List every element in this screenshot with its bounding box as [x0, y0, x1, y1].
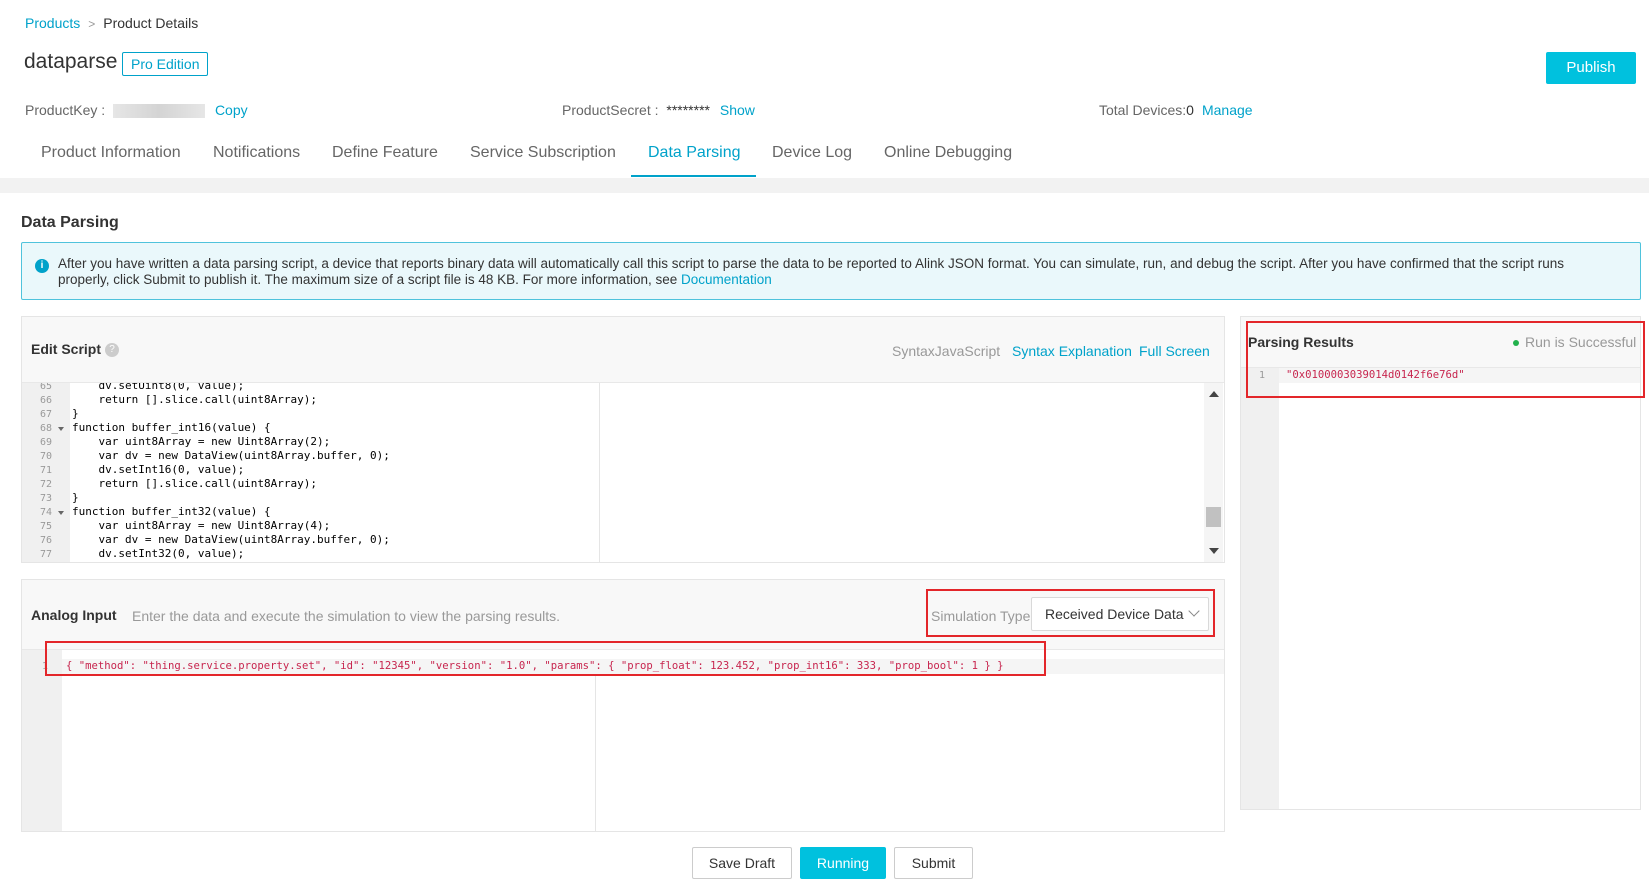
script-line-code: }: [72, 407, 79, 420]
edit-script-title: Edit Script: [31, 341, 102, 357]
show-secret-link[interactable]: Show: [720, 102, 755, 118]
info-text: After you have written a data parsing sc…: [58, 256, 1565, 287]
editor-divider: [599, 383, 600, 562]
script-line-code: dv.setUint8(0, value);: [72, 383, 245, 392]
section-title: Data Parsing: [21, 214, 119, 231]
product-key: ProductKey : Copy: [25, 102, 248, 119]
syntax-explanation-link[interactable]: Syntax Explanation: [1012, 343, 1132, 359]
scroll-down-icon[interactable]: [1209, 548, 1219, 554]
analog-input-hint: Enter the data and execute the simulatio…: [132, 608, 561, 624]
script-line-number: 66: [39, 395, 52, 406]
tab-device-log[interactable]: Device Log: [772, 144, 852, 162]
fold-arrow-icon[interactable]: [58, 427, 64, 431]
script-line-number: 67: [39, 409, 52, 420]
analog-gutter: [22, 650, 62, 831]
highlight-parsing-results: [1246, 321, 1645, 398]
script-line-number: 76: [39, 535, 52, 546]
product-secret: ProductSecret : ******** Show: [562, 102, 755, 118]
total-devices-label: Total Devices:: [1099, 102, 1187, 118]
editor-scrollbar[interactable]: [1204, 383, 1223, 562]
script-line-code: return [].slice.call(uint8Array);: [72, 393, 318, 406]
product-key-label: ProductKey :: [25, 102, 106, 118]
tab-product-information[interactable]: Product Information: [41, 144, 181, 162]
script-line-number: 70: [39, 451, 52, 462]
product-header: Products > Product Details dataparse Pro E…: [0, 0, 1649, 178]
analog-divider: [595, 674, 596, 831]
scroll-thumb[interactable]: [1206, 507, 1221, 527]
script-line-code: function buffer_int32(value) {: [72, 505, 271, 518]
script-editor[interactable]: 65 dv.setUint8(0, value); 66 return [].sl…: [22, 383, 1202, 562]
script-line-code: }: [72, 491, 79, 504]
submit-button[interactable]: Submit: [894, 847, 973, 879]
highlight-analog-input: [45, 641, 1046, 676]
script-line-code: function buffer_int16(value) {: [72, 421, 271, 434]
script-line-code: dv.setInt16(0, value);: [72, 463, 245, 476]
script-line-number: 65: [39, 383, 52, 392]
analog-input-editor[interactable]: 1 { "method": "thing.service.property.se…: [22, 650, 1224, 831]
total-devices-value: 0: [1186, 102, 1194, 118]
info-icon: i: [35, 259, 49, 273]
script-line-number: 73: [39, 493, 52, 504]
syntax-label: SyntaxJavaScript: [892, 343, 1001, 359]
script-line-number: 74: [39, 507, 52, 518]
fold-arrow-icon[interactable]: [58, 511, 64, 515]
script-line-number: 77: [39, 549, 52, 560]
copy-link[interactable]: Copy: [215, 102, 248, 118]
publish-button[interactable]: Publish: [1546, 52, 1636, 84]
scroll-up-icon[interactable]: [1209, 391, 1219, 397]
tab-service-subscription[interactable]: Service Subscription: [470, 144, 616, 162]
script-line-number: 75: [39, 521, 52, 532]
help-icon[interactable]: ?: [105, 343, 119, 357]
breadcrumb-products[interactable]: Products: [25, 15, 80, 31]
analog-input-title: Analog Input: [31, 607, 117, 623]
full-screen-link[interactable]: Full Screen: [1139, 343, 1210, 359]
product-secret-label: ProductSecret :: [562, 102, 659, 118]
product-key-masked: [113, 104, 206, 119]
script-line-code: var dv = new DataView(uint8Array.buffer,…: [72, 449, 390, 462]
active-tab-underline: [631, 175, 756, 177]
total-devices: Total Devices:0 Manage: [1099, 102, 1253, 118]
script-line-number: 69: [39, 437, 52, 448]
manage-link[interactable]: Manage: [1202, 102, 1253, 118]
product-name: dataparse: [24, 50, 118, 73]
tab-notifications[interactable]: Notifications: [213, 144, 300, 162]
tab-data-parsing[interactable]: Data Parsing: [648, 144, 741, 162]
edit-script-panel: Edit Script ? SyntaxJavaScript Syntax Ex…: [21, 316, 1225, 563]
info-notice: i After you have written a data parsing …: [21, 242, 1641, 300]
script-line-code: return [].slice.call(uint8Array);: [72, 477, 318, 490]
documentation-link[interactable]: Documentation: [681, 272, 772, 287]
breadcrumb: Products > Product Details: [25, 15, 198, 31]
running-button[interactable]: Running: [800, 847, 886, 879]
script-line-code: var uint8Array = new Uint8Array(4);: [72, 519, 331, 532]
highlight-simulation-type: [926, 589, 1215, 637]
results-gutter: [1241, 368, 1279, 809]
tab-define-feature[interactable]: Define Feature: [332, 144, 438, 162]
save-draft-button[interactable]: Save Draft: [692, 847, 792, 879]
breadcrumb-separator: >: [88, 17, 96, 31]
parsing-results-editor[interactable]: 1 "0x0100003039014d0142f6e76d": [1241, 368, 1640, 809]
script-line-number: 72: [39, 479, 52, 490]
script-line-code: var uint8Array = new Uint8Array(2);: [72, 435, 331, 448]
script-line-number: 68: [39, 423, 52, 434]
edit-script-header: Edit Script ? SyntaxJavaScript Syntax Ex…: [22, 317, 1224, 383]
edition-badge: Pro Edition: [122, 52, 209, 76]
script-line-code: var dv = new DataView(uint8Array.buffer,…: [72, 533, 390, 546]
script-line-number: 71: [39, 465, 52, 476]
breadcrumb-current: Product Details: [103, 15, 199, 31]
script-line-code: dv.setInt32(0, value);: [72, 547, 245, 560]
tab-online-debugging[interactable]: Online Debugging: [884, 144, 1012, 162]
product-secret-value: ********: [666, 102, 710, 118]
